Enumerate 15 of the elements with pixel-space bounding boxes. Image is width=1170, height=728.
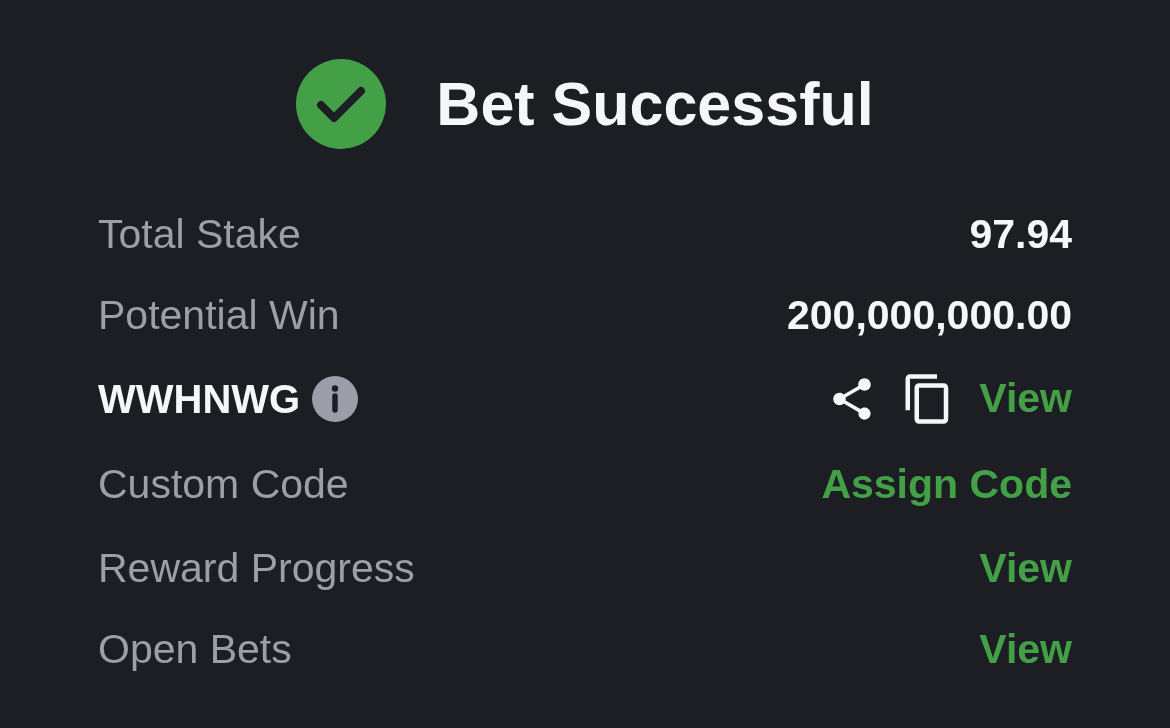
row-value: 200,000,000.00	[787, 290, 1072, 340]
row-value: 97.94	[969, 209, 1072, 259]
row-label: Open Bets	[98, 624, 292, 674]
success-title: Bet Successful	[436, 73, 874, 135]
action-link[interactable]: View	[979, 618, 1072, 681]
row-label: Reward Progress	[98, 543, 415, 593]
action-link[interactable]: View	[979, 537, 1072, 600]
view-link[interactable]: View	[979, 368, 1072, 430]
row-label: Potential Win	[98, 290, 340, 340]
row-label: Custom Code	[98, 460, 349, 510]
action-link[interactable]: Assign Code	[821, 454, 1072, 516]
booking-code: WWHNWG	[98, 376, 301, 423]
row-label: Total Stake	[98, 209, 301, 259]
success-check-icon	[296, 59, 387, 149]
info-icon[interactable]	[312, 376, 359, 422]
